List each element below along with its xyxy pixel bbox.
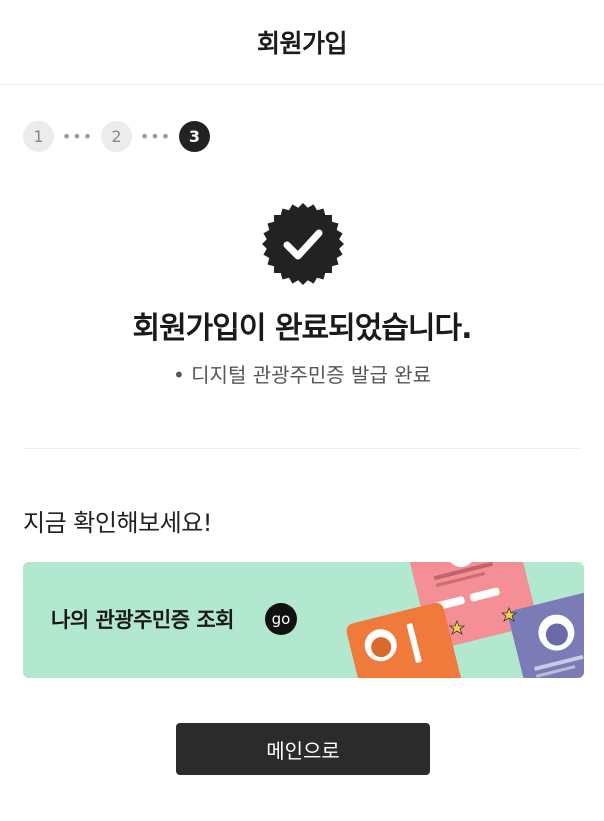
step-separator: ••• — [139, 127, 172, 146]
step-1: 1 — [23, 121, 54, 152]
id-cards-illustration — [346, 562, 584, 678]
check-badge-icon — [262, 203, 344, 285]
page-title: 회원가입 — [256, 29, 348, 58]
step-2: 2 — [101, 121, 132, 152]
header: 회원가입 — [0, 0, 604, 85]
completion-subtitle: • 디지털 관광주민증 발급 완료 — [172, 363, 432, 387]
completion-title: 회원가입이 완료되었습니다. — [132, 311, 472, 346]
main-button[interactable]: 메인으로 — [176, 723, 430, 775]
banner-label: 나의 관광주민증 조회 — [51, 608, 235, 632]
step-separator: ••• — [61, 127, 94, 146]
section-title: 지금 확인해보세요! — [23, 509, 212, 537]
step-3-active: 3 — [179, 121, 210, 152]
divider — [23, 448, 581, 449]
tourism-card-banner[interactable]: 나의 관광주민증 조회 go — [23, 562, 584, 678]
go-icon: go — [265, 603, 297, 635]
step-indicator: 1 ••• 2 ••• 3 — [23, 121, 210, 152]
